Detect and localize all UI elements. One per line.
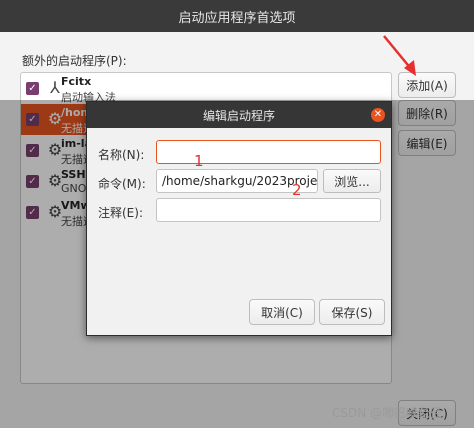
edit-startup-program-dialog: 编辑启动程序 ✕ 名称(N): 命令(M): /home/sharkgu/202… (86, 101, 392, 336)
save-button[interactable]: 保存(S) (319, 299, 385, 325)
item-name: Fcitx (61, 75, 92, 88)
comment-field[interactable] (156, 198, 381, 222)
watermark: CSDN @唧巴嗲彖径 (332, 406, 443, 420)
comment-label: 注释(E): (98, 206, 143, 220)
name-field[interactable] (156, 140, 381, 164)
name-label: 名称(N): (98, 148, 145, 162)
dialog-title: 编辑启动程序 (87, 102, 391, 128)
window-title: 启动应用程序首选项 (0, 0, 474, 32)
checkbox-checked-icon[interactable]: ✓ (26, 82, 39, 95)
annotation-number-two: 2 (292, 181, 302, 199)
list-caption: 额外的启动程序(P): (22, 54, 127, 68)
cancel-button[interactable]: 取消(C) (249, 299, 315, 325)
close-icon[interactable]: ✕ (371, 108, 385, 122)
command-label: 命令(M): (98, 177, 146, 191)
annotation-number-one: 1 (194, 152, 204, 170)
annotation-arrow-icon (383, 35, 416, 76)
browse-button[interactable]: 浏览... (323, 169, 381, 193)
